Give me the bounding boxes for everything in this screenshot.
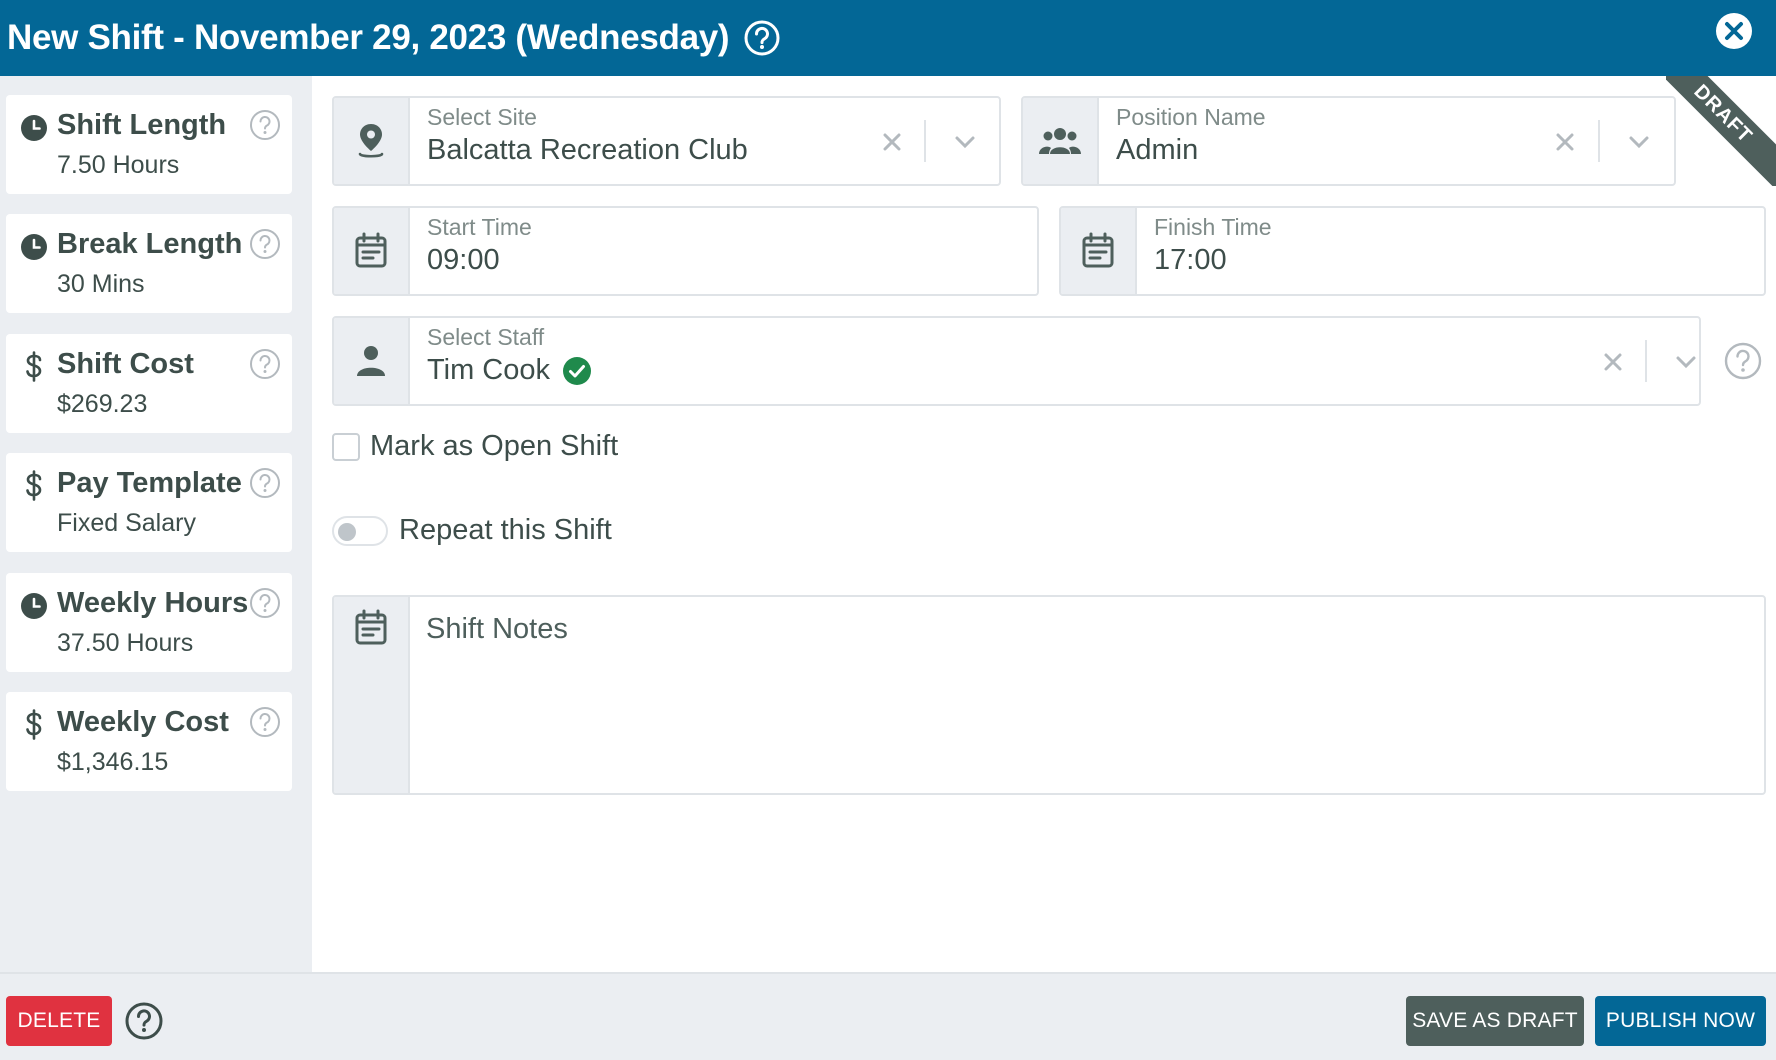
stat-value: Fixed Salary: [57, 509, 196, 537]
field-label: Select Staff: [427, 324, 545, 350]
clock-icon: [19, 591, 49, 621]
map-pin-icon: [334, 98, 410, 184]
field-separator: [924, 120, 926, 162]
field-label: Select Site: [427, 104, 537, 130]
toggle-knob: [338, 522, 356, 541]
field-separator: [1645, 340, 1647, 382]
repeat-shift-label: Repeat this Shift: [399, 514, 612, 546]
stat-value: 37.50 Hours: [57, 629, 194, 657]
stat-label: Break Length: [57, 228, 243, 260]
stat-label: Weekly Cost: [57, 706, 229, 738]
stat-card-weekly-cost: Weekly Cost $1,346.15: [6, 692, 292, 791]
delete-button[interactable]: DELETE: [6, 996, 112, 1046]
repeat-shift-row[interactable]: Repeat this Shift: [332, 514, 612, 547]
clock-icon: [19, 232, 49, 262]
stat-label: Shift Length: [57, 109, 227, 141]
stat-value: $269.23: [57, 390, 148, 418]
open-shift-row[interactable]: Mark as Open Shift: [332, 430, 618, 463]
draft-ribbon-label: DRAFT: [1666, 76, 1776, 186]
stats-sidebar: Shift Length 7.50 Hours Break Length 30 …: [0, 76, 312, 972]
position-select[interactable]: Position Name Admin: [1021, 96, 1676, 186]
modal-footer: DELETE SAVE AS DRAFT PUBLISH NOW: [0, 972, 1776, 1060]
stat-card-weekly-hours: Weekly Hours 37.50 Hours: [6, 573, 292, 672]
clear-icon[interactable]: [878, 128, 906, 156]
stat-card-shift-length: Shift Length 7.50 Hours: [6, 95, 292, 194]
field-value: 17:00: [1154, 244, 1227, 276]
dollar-icon: [19, 351, 49, 382]
stat-label: Pay Template: [57, 467, 242, 499]
help-icon[interactable]: [124, 1001, 164, 1041]
help-icon[interactable]: [249, 587, 281, 619]
help-icon[interactable]: [249, 467, 281, 499]
field-label: Start Time: [427, 214, 532, 240]
help-icon[interactable]: [743, 19, 781, 57]
user-icon: [334, 318, 410, 404]
chevron-down-icon[interactable]: [1625, 128, 1653, 156]
field-value: Tim Cook: [427, 354, 592, 387]
shift-form: DRAFT Select Site Balcatta Recreation Cl…: [312, 76, 1776, 972]
field-value: Admin: [1116, 134, 1199, 166]
clear-icon[interactable]: [1551, 128, 1579, 156]
help-icon[interactable]: [249, 706, 281, 738]
close-icon[interactable]: [1715, 12, 1753, 50]
publish-now-button[interactable]: PUBLISH NOW: [1595, 996, 1766, 1046]
staff-name: Tim Cook: [427, 354, 550, 386]
stat-value: 7.50 Hours: [57, 151, 180, 179]
modal-header: New Shift - November 29, 2023 (Wednesday…: [0, 0, 1776, 76]
field-label: Finish Time: [1154, 214, 1272, 240]
finish-time-field[interactable]: Finish Time 17:00: [1059, 206, 1766, 296]
open-shift-checkbox[interactable]: [332, 432, 360, 461]
users-icon: [1023, 98, 1099, 184]
dollar-icon: [19, 470, 49, 501]
clear-icon[interactable]: [1599, 348, 1627, 376]
save-as-draft-button[interactable]: SAVE AS DRAFT: [1406, 996, 1584, 1046]
help-icon[interactable]: [1723, 341, 1763, 381]
calendar-icon: [334, 208, 410, 294]
start-time-field[interactable]: Start Time 09:00: [332, 206, 1039, 296]
dollar-icon: [19, 709, 49, 740]
help-icon[interactable]: [249, 228, 281, 260]
stat-card-shift-cost: Shift Cost $269.23: [6, 334, 292, 433]
field-label: Position Name: [1116, 104, 1266, 130]
stat-card-pay-template: Pay Template Fixed Salary: [6, 453, 292, 552]
site-select[interactable]: Select Site Balcatta Recreation Club: [332, 96, 1001, 186]
stat-label: Shift Cost: [57, 348, 194, 380]
clock-icon: [19, 113, 49, 143]
help-icon[interactable]: [249, 109, 281, 141]
notes-icon: [334, 597, 410, 793]
field-separator: [1598, 120, 1600, 162]
stat-card-break-length: Break Length 30 Mins: [6, 214, 292, 313]
stat-value: $1,346.15: [57, 748, 169, 776]
field-value: Balcatta Recreation Club: [427, 134, 748, 166]
verified-check-icon: [562, 356, 592, 386]
calendar-icon: [1061, 208, 1137, 294]
chevron-down-icon[interactable]: [951, 128, 979, 156]
help-icon[interactable]: [249, 348, 281, 380]
open-shift-label: Mark as Open Shift: [370, 430, 619, 462]
stat-value: 30 Mins: [57, 270, 145, 298]
shift-notes-input[interactable]: [426, 597, 1764, 793]
stat-label: Weekly Hours: [57, 587, 249, 619]
draft-ribbon: DRAFT: [1666, 76, 1776, 186]
staff-select[interactable]: Select Staff Tim Cook: [332, 316, 1701, 406]
shift-notes-field[interactable]: [332, 595, 1766, 795]
modal-title: New Shift - November 29, 2023 (Wednesday…: [7, 18, 730, 57]
chevron-down-icon[interactable]: [1672, 348, 1699, 376]
repeat-shift-toggle[interactable]: [332, 515, 388, 546]
field-value: 09:00: [427, 244, 500, 276]
